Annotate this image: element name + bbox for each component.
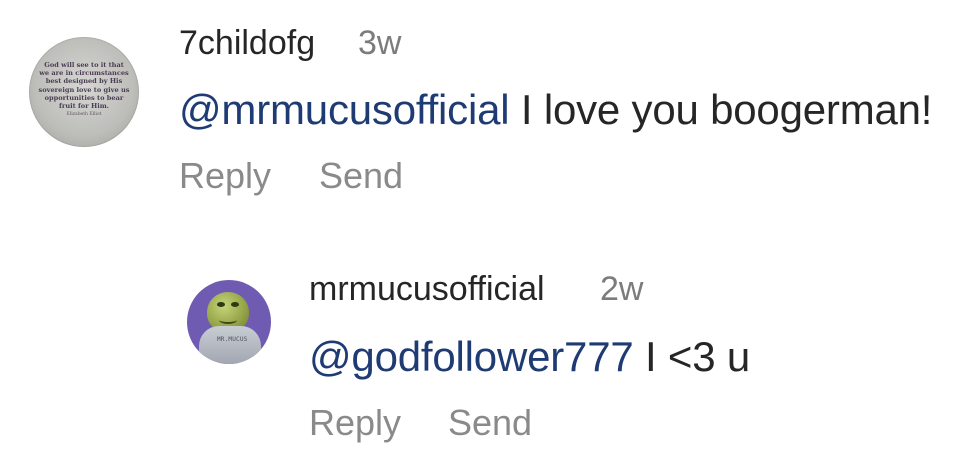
avatar-quote-text: God will see to it that we are in circum… [37,61,131,119]
mention-link[interactable]: @mrmucusofficial [179,86,510,133]
comment-timestamp: 2w [600,270,644,308]
avatar-quote-line: opportunities to bear [44,93,124,102]
comment-item: God will see to it that we are in circum… [0,0,980,230]
comment-reply-item: MR.MUCUS mrmucusofficial 2w @godfollower… [0,230,980,459]
comment-text: @godfollower777 I <3 u [309,333,750,381]
character-eye-right [231,302,239,307]
character-eye-left [217,302,225,307]
character-shirt: MR.MUCUS [199,326,261,364]
avatar-quote-line: fruit for Him. [59,102,109,111]
avatar-quote-line: sovereign love to give us [38,85,130,94]
send-button[interactable]: Send [448,402,532,444]
reply-button[interactable]: Reply [179,155,271,197]
comment-text: @mrmucusofficial I love you boogerman! [179,86,932,134]
avatar-quote-line: we are in circumstances [39,69,129,78]
comment-message: I love you boogerman! [509,86,933,133]
comment-message: I <3 u [633,333,751,380]
avatar-quote-signature: Elizabeth Elliot [66,112,102,118]
comment-username[interactable]: 7childofg [179,24,315,63]
avatar-quote-line: best designed by His [45,77,123,86]
send-button[interactable]: Send [319,155,403,197]
shirt-text: MR.MUCUS [217,336,248,343]
avatar-quote-line: God will see to it that [44,61,124,69]
character-mouth [219,316,237,324]
mention-link[interactable]: @godfollower777 [309,333,634,380]
comment-username[interactable]: mrmucusofficial [309,270,545,309]
reply-button[interactable]: Reply [309,402,401,444]
user-avatar[interactable]: MR.MUCUS [187,280,271,364]
comment-timestamp: 3w [358,24,402,62]
user-avatar[interactable]: God will see to it that we are in circum… [29,37,139,147]
